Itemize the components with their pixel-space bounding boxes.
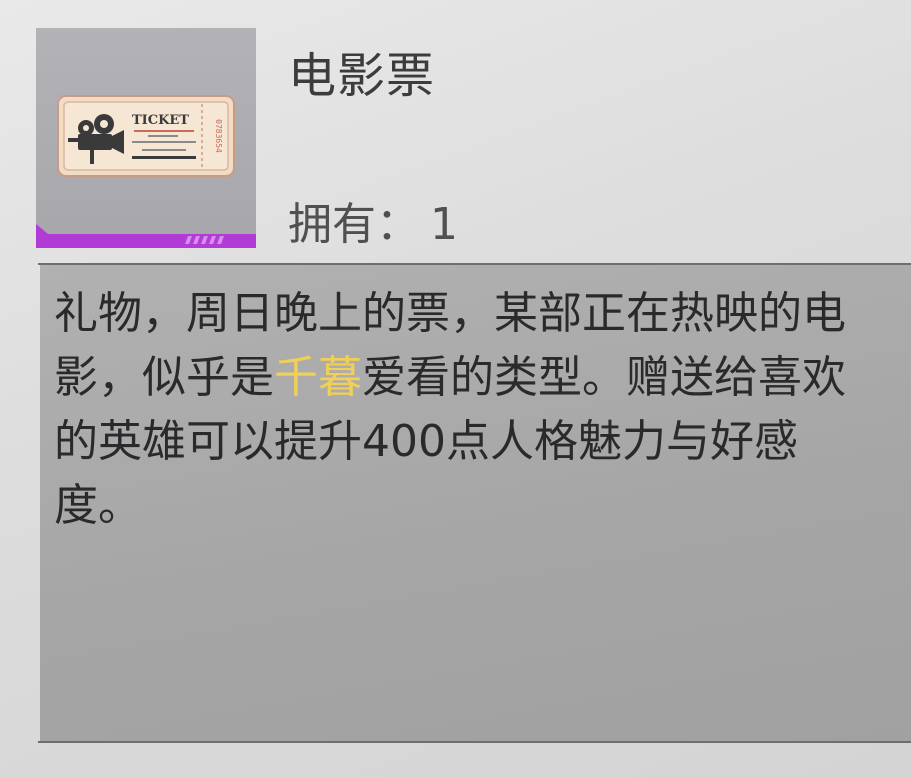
item-icon-frame[interactable]: TICKET 0783654 [36, 28, 256, 248]
item-name: 电影票 [288, 48, 436, 104]
movie-ticket-icon: TICKET 0783654 [57, 95, 235, 177]
owned-label: 拥有： [288, 199, 420, 250]
ticket-title: TICKET [132, 113, 189, 128]
description-hero-name: 千暮 [274, 352, 362, 403]
owned-count-row: 拥有： 1 [288, 188, 458, 252]
description-bottom-divider [38, 741, 911, 743]
owned-count: 1 [430, 199, 458, 250]
item-detail-panel: TICKET 0783654 电影票 拥有： 1 礼物，周日晚上的票，某部正在热映… [0, 0, 911, 778]
description-top-divider [38, 263, 911, 265]
ticket-serial: 0783654 [214, 119, 223, 153]
item-description: 礼物，周日晚上的票，某部正在热映的电影，似乎是千暮爱看的类型。赠送给喜欢的英雄可… [54, 282, 884, 538]
rarity-bar [36, 224, 256, 248]
